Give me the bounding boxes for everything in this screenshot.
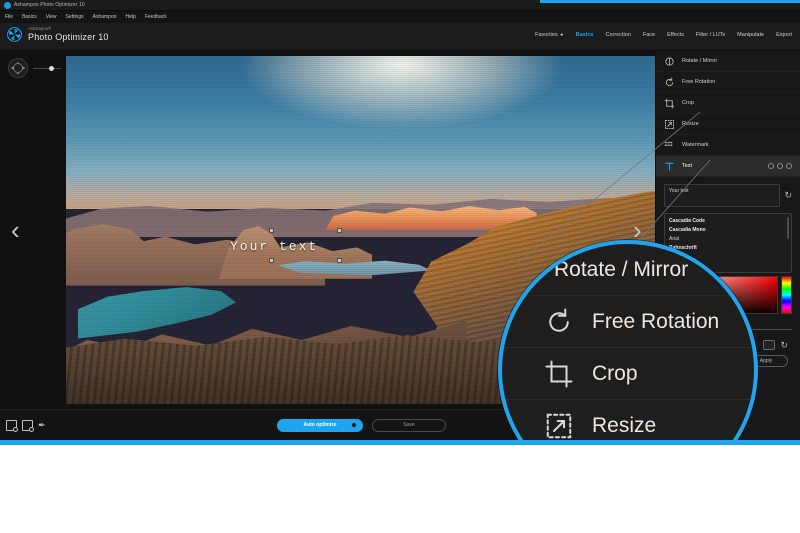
auto-optimize-label: Auto optimize <box>303 422 337 428</box>
rotate-mirror-icon <box>664 56 675 67</box>
favorites-star-icon: ★ <box>559 32 564 37</box>
save-button[interactable]: Save <box>372 418 446 432</box>
sidebar-item-free-rotation[interactable]: Free Rotation <box>656 72 800 93</box>
callout-label-rotate-mirror: Rotate / Mirror <box>554 257 689 281</box>
reset-arrow-icon[interactable]: ↻ <box>784 191 792 200</box>
resize-icon <box>544 411 574 441</box>
sidebar-row-actions <box>768 163 792 169</box>
sidebar-item-rotate-mirror[interactable]: Rotate / Mirror <box>656 51 800 72</box>
tab-face[interactable]: Face <box>643 32 655 38</box>
text-align-button[interactable] <box>763 340 776 350</box>
photo-sky <box>66 56 655 210</box>
text-handle-bottom-right[interactable] <box>337 258 342 263</box>
window-title: Ashampoo Photo Optimizer 10 <box>14 2 85 8</box>
sidebar-item-text[interactable]: Text <box>656 156 800 177</box>
sidebar-label-free-rotation: Free Rotation <box>682 79 716 85</box>
help-info-icon[interactable] <box>777 163 783 169</box>
sidebar-label-text: Text <box>682 163 693 169</box>
text-handle-top-right[interactable] <box>337 228 342 233</box>
menu-bar: File Basics View Settings Ashampoo Help … <box>0 11 800 23</box>
zoom-slider-knob[interactable] <box>49 65 54 71</box>
menu-item-basics[interactable]: Basics <box>22 14 37 20</box>
callout-label-crop: Crop <box>592 361 638 385</box>
tab-favorites-label: Favorites <box>535 32 558 38</box>
ashampoo-aperture-icon <box>6 26 23 43</box>
text-handle-top-left[interactable] <box>269 228 274 233</box>
pan-right-arrow-icon[interactable]: ▶ <box>22 66 25 70</box>
text-handle-bottom-left[interactable] <box>269 258 274 263</box>
zoom-slider-track <box>33 67 61 69</box>
reset-arrow-icon[interactable]: ↻ <box>780 340 788 350</box>
tab-export[interactable]: Export <box>776 32 792 38</box>
application-window: Ashampoo Photo Optimizer 10 File Basics … <box>0 0 800 533</box>
magic-wand-icon[interactable]: ✒ <box>38 420 49 431</box>
crop-icon <box>544 359 574 389</box>
bottom-action-group: Auto optimize Save <box>277 412 604 432</box>
menu-item-settings[interactable]: Settings <box>66 14 84 20</box>
font-list-scrollbar[interactable] <box>787 217 789 239</box>
font-item[interactable]: Cascadia Mono <box>669 226 791 235</box>
apply-label: Apply <box>759 358 773 364</box>
menu-item-view[interactable]: View <box>46 14 57 20</box>
sidebar-label-resize: Resize <box>682 121 699 127</box>
save-image-icon[interactable] <box>22 419 34 432</box>
previous-image-arrow[interactable]: ‹ <box>11 217 20 243</box>
page-background-below <box>0 445 800 533</box>
free-rotation-icon <box>664 77 675 88</box>
callout-label-resize: Resize <box>592 413 657 437</box>
callout-item-crop[interactable]: Crop <box>502 348 754 400</box>
tab-correction[interactable]: Correction <box>606 32 631 38</box>
menu-item-file[interactable]: File <box>5 14 13 20</box>
pan-left-arrow-icon[interactable]: ◀ <box>11 66 14 70</box>
tab-filter-luts[interactable]: Filter / LUTs <box>696 32 725 38</box>
reset-circle-icon[interactable] <box>786 163 792 169</box>
brand-superscript: Ashampoo® <box>28 26 52 32</box>
text-input-row: Your text ↻ <box>656 177 800 211</box>
auto-optimize-button[interactable]: Auto optimize <box>277 418 363 432</box>
menu-item-feedback[interactable]: Feedback <box>145 14 167 20</box>
free-rotation-icon <box>544 307 574 337</box>
pan-down-arrow-icon[interactable]: ▼ <box>16 71 20 76</box>
sidebar-item-crop[interactable]: Crop <box>656 93 800 114</box>
pan-up-arrow-icon[interactable]: ▲ <box>16 60 20 65</box>
brand: Ashampoo® Photo Optimizer 10 <box>6 26 109 43</box>
tab-basics[interactable]: Basics <box>576 32 594 38</box>
favorite-star-icon[interactable] <box>768 163 774 169</box>
sidebar-item-watermark[interactable]: Watermark <box>656 135 800 156</box>
crop-icon <box>664 98 675 109</box>
sidebar-label-crop: Crop <box>682 100 694 106</box>
callout-item-rotate-mirror[interactable]: Rotate / Mirror <box>502 244 754 296</box>
top-navigation: Favorites ★ Basics Correction Face Effect… <box>535 32 792 38</box>
pan-navigation-wheel-icon[interactable]: ▲ ▼ ◀ ▶ <box>8 58 28 78</box>
app-logo-icon <box>4 1 11 9</box>
photo-text-overlay[interactable]: Your text <box>230 239 318 254</box>
text-tool-icon <box>664 161 675 172</box>
brand-product-name: Photo Optimizer 10 <box>28 31 109 42</box>
font-item[interactable]: Cascadia Code <box>669 217 791 226</box>
callout-item-free-rotation[interactable]: Free Rotation <box>502 296 754 348</box>
next-image-arrow[interactable]: › <box>633 217 642 243</box>
zoom-slider[interactable] <box>33 65 61 71</box>
hue-strip[interactable] <box>781 276 792 314</box>
sidebar-label-rotate-mirror: Rotate / Mirror <box>682 58 718 64</box>
watermark-icon <box>664 140 675 151</box>
save-label: Save <box>403 422 415 428</box>
sidebar-label-watermark: Watermark <box>682 142 709 148</box>
open-image-icon[interactable] <box>6 419 18 432</box>
menu-item-ashampoo[interactable]: Ashampoo <box>93 14 117 20</box>
sidebar-item-resize[interactable]: Resize <box>656 114 800 135</box>
tab-effects[interactable]: Effects <box>667 32 684 38</box>
font-item[interactable]: Arial <box>669 235 791 244</box>
tab-favorites[interactable]: Favorites ★ <box>535 32 564 38</box>
callout-label-free-rotation: Free Rotation <box>592 309 720 333</box>
text-input[interactable]: Your text <box>664 184 781 207</box>
app-header: Ashampoo® Photo Optimizer 10 Favorites ★ … <box>0 23 800 51</box>
tab-manipulate[interactable]: Manipulate <box>737 32 764 38</box>
menu-item-help[interactable]: Help <box>126 14 136 20</box>
title-bar-accent <box>540 0 800 3</box>
resize-icon <box>664 119 675 130</box>
apply-controls: ↻ <box>763 340 788 350</box>
bottom-icon-group: ✒ <box>6 419 49 432</box>
